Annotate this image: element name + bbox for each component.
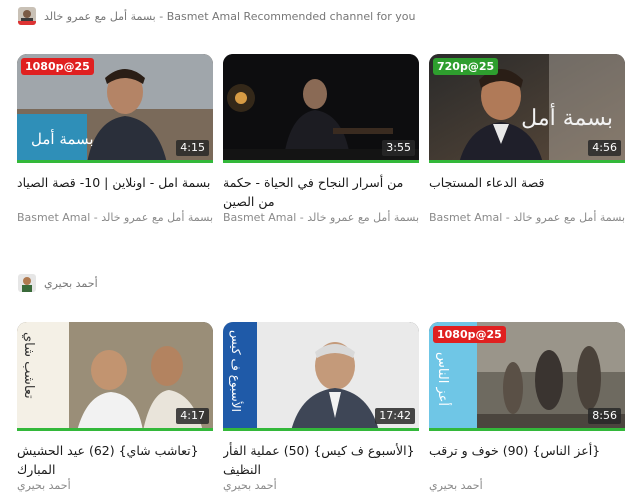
section-header-basmet-amal: بسمة أمل مع عمرو خالد - Basmet Amal Reco… xyxy=(18,7,416,25)
video-card[interactable]: بسمة أمل 1080p@25 4:15 بسمة امل - اونلاي… xyxy=(17,54,213,224)
video-duration: 17:42 xyxy=(375,408,415,424)
video-duration: 4:56 xyxy=(588,140,621,156)
quality-badge: 1080p@25 xyxy=(433,326,506,343)
thumbnail-logo-text: الأسبوع ف كيس xyxy=(229,330,243,412)
thumbnail-logo-text: أعز الناس xyxy=(435,352,450,406)
video-thumbnail[interactable]: تعاشب شاي 4:17 xyxy=(17,322,213,431)
video-thumbnail[interactable]: الأسبوع ف كيس 17:42 xyxy=(223,322,419,431)
thumbnail-logo-text: بسمة أمل xyxy=(31,130,94,148)
video-thumbnail[interactable]: أعز الناس 1080p@25 8:56 xyxy=(429,322,625,431)
channel-avatar[interactable] xyxy=(18,274,36,292)
video-thumbnail[interactable]: 3:55 xyxy=(223,54,419,163)
quality-badge: 1080p@25 xyxy=(21,58,94,75)
video-title[interactable]: {أعز الناس} (90) خوف و ترقب xyxy=(429,441,625,479)
video-channel-name[interactable]: بسمة أمل مع عمرو خالد - Basmet Amal xyxy=(429,211,625,224)
video-card[interactable]: 3:55 من أسرار النجاح في الحياة - حكمة من… xyxy=(223,54,419,224)
watch-progress-fill xyxy=(223,428,419,431)
watch-progress-fill xyxy=(429,160,625,163)
video-channel-name[interactable]: أحمد بحيري xyxy=(429,479,625,492)
video-channel-name[interactable]: أحمد بحيري xyxy=(17,479,213,492)
video-duration: 4:17 xyxy=(176,408,209,424)
video-duration: 8:56 xyxy=(588,408,621,424)
watch-progress-fill xyxy=(17,160,213,163)
section-header-text[interactable]: بسمة أمل مع عمرو خالد - Basmet Amal Reco… xyxy=(44,10,416,23)
video-thumbnail[interactable]: بسمة أمل 1080p@25 4:15 xyxy=(17,54,213,163)
video-title[interactable]: بسمة امل - اونلاين | 10- قصة الصياد xyxy=(17,173,213,211)
thumbnail-logo-text: بسمة أمل xyxy=(521,106,613,131)
video-duration: 3:55 xyxy=(382,140,415,156)
video-title[interactable]: {الأسبوع ف كيس} (50) عملية الفأر النظيف xyxy=(223,441,419,479)
video-thumbnail[interactable]: بسمة أمل 720p@25 4:56 xyxy=(429,54,625,163)
video-duration: 4:15 xyxy=(176,140,209,156)
video-channel-name[interactable]: بسمة أمل مع عمرو خالد - Basmet Amal xyxy=(17,211,213,224)
watch-progress-bar xyxy=(17,160,213,163)
watch-progress-fill xyxy=(223,160,419,163)
watch-progress-bar xyxy=(429,428,625,431)
watch-progress-bar xyxy=(223,428,419,431)
section-header-ahmed-beheiry: أحمد بحيري xyxy=(18,274,98,292)
video-channel-name[interactable]: أحمد بحيري xyxy=(223,479,419,492)
watch-progress-fill xyxy=(429,428,625,431)
video-card[interactable]: تعاشب شاي 4:17 {تعاشب شاي} (62) عيد الحش… xyxy=(17,322,213,492)
channel-avatar[interactable] xyxy=(18,7,36,25)
video-title[interactable]: {تعاشب شاي} (62) عيد الحشيش المبارك xyxy=(17,441,213,479)
video-title[interactable]: من أسرار النجاح في الحياة - حكمة من الصي… xyxy=(223,173,419,211)
video-title[interactable]: قصة الدعاء المستجاب xyxy=(429,173,625,211)
watch-progress-fill xyxy=(17,428,213,431)
video-card[interactable]: بسمة أمل 720p@25 4:56 قصة الدعاء المستجا… xyxy=(429,54,625,224)
thumbnail-logo-text: تعاشب شاي xyxy=(21,332,36,399)
video-channel-name[interactable]: بسمة أمل مع عمرو خالد - Basmet Amal xyxy=(223,211,419,224)
quality-badge: 720p@25 xyxy=(433,58,499,75)
watch-progress-bar xyxy=(223,160,419,163)
section-header-text[interactable]: أحمد بحيري xyxy=(44,277,98,290)
video-card[interactable]: أعز الناس 1080p@25 8:56 {أعز الناس} (90)… xyxy=(429,322,625,492)
watch-progress-bar xyxy=(17,428,213,431)
watch-progress-bar xyxy=(429,160,625,163)
video-card[interactable]: الأسبوع ف كيس 17:42 {الأسبوع ف كيس} (50)… xyxy=(223,322,419,492)
